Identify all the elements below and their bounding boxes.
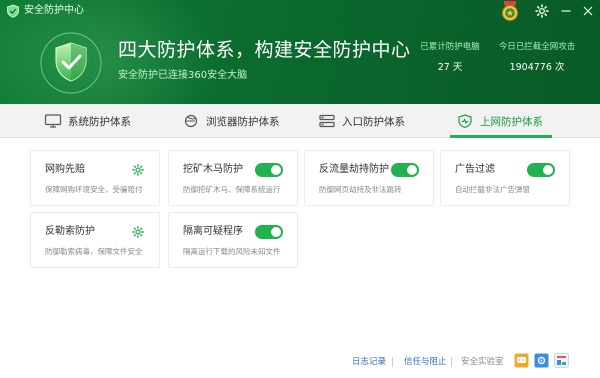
- chat-app-icon[interactable]: [514, 353, 529, 368]
- active-tab-indicator: [450, 135, 552, 138]
- settings-gear-icon[interactable]: [131, 163, 145, 177]
- settings-gear-icon[interactable]: [131, 225, 145, 239]
- settings-gear-icon[interactable]: [534, 3, 550, 19]
- toggle-knob: [271, 227, 281, 237]
- card-ad-filter: 广告过滤 自动拦截非法广告弹窗: [440, 150, 570, 206]
- card-description: 防御勒索病毒，保障文件安全: [45, 247, 143, 256]
- tab-entry-protection[interactable]: 入口防护体系: [318, 104, 405, 138]
- card-description: 防御挖矿木马、保障系统运行: [183, 185, 281, 194]
- stat-label: 今日已拦截全网攻击: [498, 42, 576, 52]
- card-title: 广告过滤: [455, 164, 495, 175]
- tab-label: 浏览器防护体系: [206, 115, 280, 128]
- card-description: 防御网页劫持及非法跳转: [319, 185, 402, 194]
- card-mining-trojan-protection: 挖矿木马防护 防御挖矿木马、保障系统运行: [168, 150, 298, 206]
- tab-internet-protection[interactable]: 上网防护体系: [456, 104, 543, 138]
- monitor-icon: [44, 114, 62, 128]
- security-lab-link[interactable]: 安全实验室: [461, 356, 504, 368]
- title-bar: 安全防护中心: [0, 0, 600, 22]
- header-banner: 安全防护中心 四大防护体系，构建安全防护中心 安全防护已连接360安全大脑 已累…: [0, 0, 600, 104]
- card-title: 挖矿木马防护: [183, 164, 243, 175]
- card-anti-ransomware[interactable]: 反勒索防护 防御勒索病毒，保障文件安全: [30, 212, 160, 268]
- card-traffic-hijack-protection: 反流量劫持防护 防御网页劫持及非法跳转: [304, 150, 434, 206]
- stat-blocked-attacks: 今日已拦截全网攻击 1904776 次: [498, 42, 576, 74]
- tab-bar: 系统防护体系 浏览器防护体系 入口防护体系 上网防护体系: [0, 104, 600, 138]
- close-icon[interactable]: [580, 3, 596, 19]
- footer-bar: 日志记录 信任与阻止 安全实验室: [0, 348, 600, 378]
- tab-label: 系统防护体系: [68, 115, 131, 128]
- report-tool-icon[interactable]: [554, 353, 569, 368]
- card-description: 保障网购环境安全，受骗赔付: [45, 185, 143, 194]
- stat-value: 27 天: [437, 62, 463, 73]
- minimize-icon[interactable]: [558, 3, 574, 19]
- tab-browser-protection[interactable]: 浏览器防护体系: [182, 104, 280, 138]
- card-description: 自动拦截非法广告弹窗: [455, 185, 530, 194]
- isolate-suspicious-toggle[interactable]: [255, 225, 283, 239]
- stat-protected-days: 已累计防护电脑 27 天: [418, 42, 482, 74]
- card-title: 隔离可疑程序: [183, 226, 243, 237]
- card-title: 反勒索防护: [45, 226, 95, 237]
- tab-label: 上网防护体系: [480, 115, 543, 128]
- app-logo-icon: [7, 4, 19, 18]
- browser-icon: [184, 114, 198, 128]
- log-record-link[interactable]: 日志记录: [352, 356, 386, 368]
- mining-protection-toggle[interactable]: [255, 163, 283, 177]
- ad-filter-toggle[interactable]: [527, 163, 555, 177]
- protection-grid: 网购先赔 保障网购环境安全，受骗赔付 挖矿木马防护 防御挖矿木马、保障系统运行 …: [0, 139, 600, 348]
- window-title: 安全防护中心: [24, 5, 84, 16]
- gear-tool-icon[interactable]: [534, 353, 549, 368]
- tab-label: 入口防护体系: [342, 115, 405, 128]
- hijack-protection-toggle[interactable]: [391, 163, 419, 177]
- toggle-knob: [543, 165, 553, 175]
- card-title: 网购先赔: [45, 164, 85, 175]
- toggle-knob: [407, 165, 417, 175]
- entry-icon: [319, 114, 335, 128]
- trust-block-link[interactable]: 信任与阻止: [404, 356, 447, 368]
- tab-system-protection[interactable]: 系统防护体系: [44, 104, 131, 138]
- big-shield-icon: [35, 27, 107, 99]
- medal-badge-icon[interactable]: [498, 0, 522, 22]
- header-subtext: 安全防护已连接360安全大脑: [118, 70, 248, 81]
- footer-divider: [451, 357, 452, 367]
- toggle-knob: [271, 165, 281, 175]
- card-online-shopping-compensation[interactable]: 网购先赔 保障网购环境安全，受骗赔付: [30, 150, 160, 206]
- card-description: 隔离运行下载的风险未知文件: [183, 247, 281, 256]
- card-isolate-suspicious: 隔离可疑程序 隔离运行下载的风险未知文件: [168, 212, 298, 268]
- header-slogan: 四大防护体系，构建安全防护中心: [118, 39, 411, 61]
- stat-value: 1904776 次: [509, 62, 565, 73]
- stat-label: 已累计防护电脑: [420, 42, 480, 52]
- card-title: 反流量劫持防护: [319, 164, 389, 175]
- footer-divider: [392, 357, 393, 367]
- heart-shield-icon: [458, 114, 472, 128]
